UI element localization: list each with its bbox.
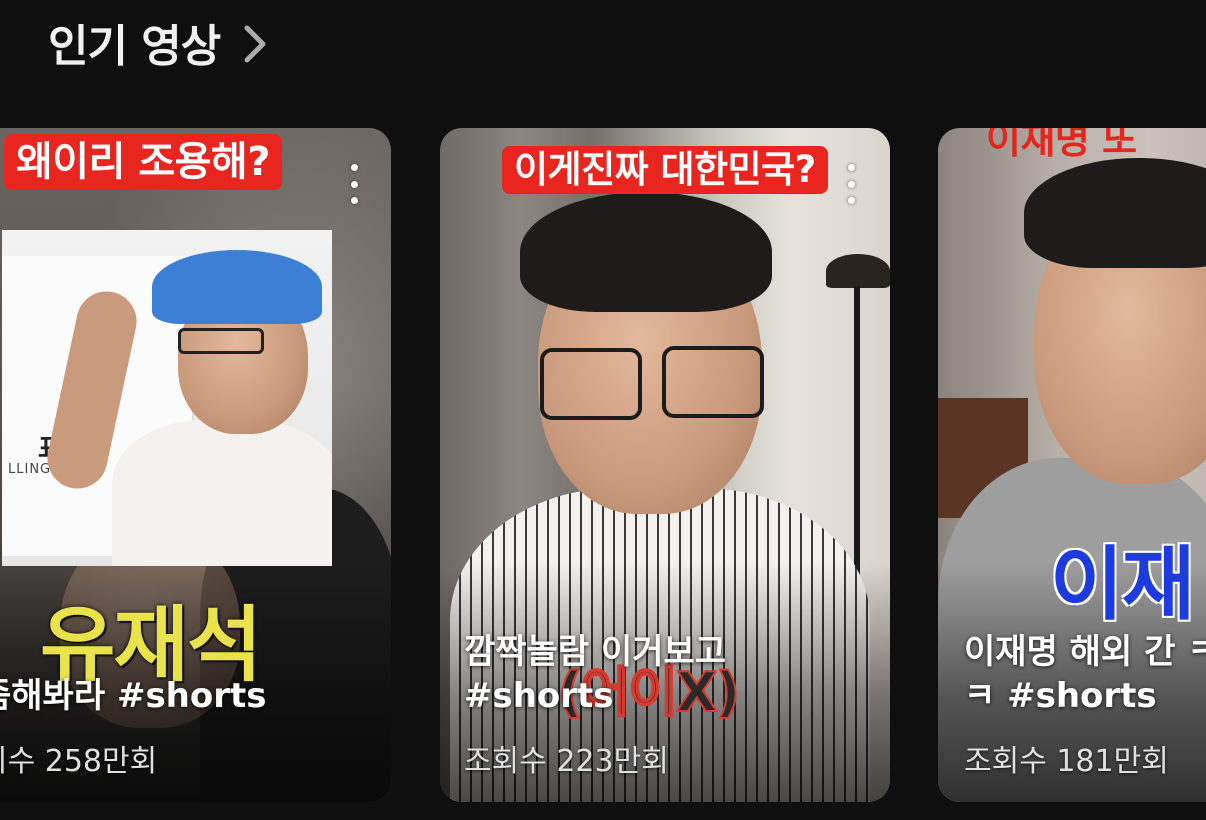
section-title: 인기 영상 <box>48 21 221 72</box>
thumbnail-overlay-text: 이재명 또 <box>986 128 1137 162</box>
video-title[interactable]: 깜짝놀람 이거보고 #shorts <box>464 630 884 718</box>
shorts-card[interactable]: 이재명 또 이재 이재명 해외 간 ㅋㅋㅋ #shorts 조회수 181만회 <box>938 128 1206 802</box>
video-title[interactable]: 좀해봐라 #shorts <box>0 674 267 718</box>
view-count: 조회수 181만회 <box>964 744 1169 779</box>
glasses-left <box>540 348 642 420</box>
glasses-right <box>662 346 764 418</box>
thumbnail-figure-hair <box>520 192 772 312</box>
video-title[interactable]: 이재명 해외 간 ㅋㅋㅋ #shorts <box>964 630 1206 718</box>
lamp-shape <box>826 254 890 288</box>
thumbnail-caption: 이재 <box>1050 538 1195 631</box>
more-options-icon[interactable] <box>843 164 859 204</box>
shorts-card[interactable]: 표 LLING 왜이리 조용해? 유재석 좀해봐라 #shorts 회수 258… <box>0 128 391 802</box>
thumbnail-overlay-text: 이게진짜 대한민국? <box>502 146 828 194</box>
inset-figure-shirt <box>112 420 332 566</box>
popular-videos-page: 인기 영상 표 LLING 왜이리 조용해? 유재석 좀해봐라 #shorts <box>0 0 1206 820</box>
section-header[interactable]: 인기 영상 <box>48 10 272 74</box>
blue-cap-shape <box>152 250 322 324</box>
inset-sign-subtext: LLING <box>8 462 52 477</box>
glasses-shape <box>178 328 264 354</box>
more-options-icon[interactable] <box>346 164 362 204</box>
thumbnail-overlay-text: 왜이리 조용해? <box>4 134 282 190</box>
chevron-right-icon[interactable] <box>238 19 272 69</box>
shorts-card[interactable]: 이게진짜 대한민국? (어이X) 깜짝놀람 이거보고 #shorts 조회수 2… <box>440 128 890 802</box>
inset-photo: 표 LLING <box>2 230 332 566</box>
view-count: 회수 258만회 <box>0 744 158 779</box>
view-count: 조회수 223만회 <box>464 744 669 779</box>
